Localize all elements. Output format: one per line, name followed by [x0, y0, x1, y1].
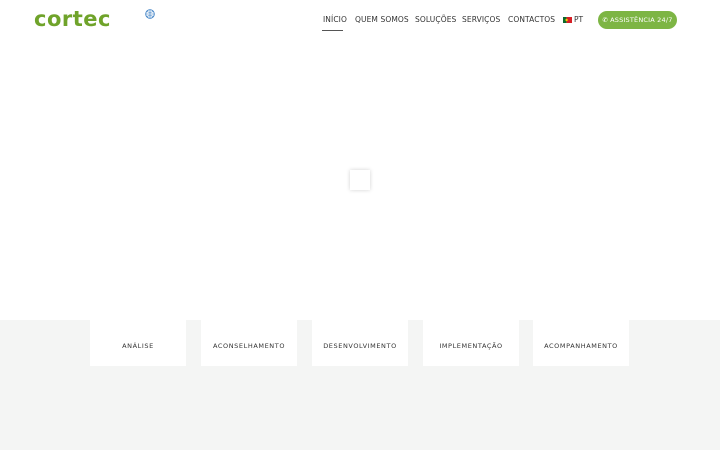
- phone-icon: ✆: [602, 16, 609, 24]
- service-card-acompanhamento[interactable]: ACOMPANHAMENTO: [533, 320, 629, 366]
- assistance-label: ASSISTÊNCIA 24/7: [610, 16, 673, 24]
- nav-item-servicos[interactable]: SERVIÇOS: [462, 13, 500, 27]
- nav-item-inicio[interactable]: INÍCIO: [323, 13, 347, 27]
- logo-wordmark: cortec: [34, 7, 111, 31]
- active-nav-underline: [322, 30, 343, 31]
- service-card-desenvolvimento[interactable]: DESENVOLVIMENTO: [312, 320, 408, 366]
- service-card-label: ACOMPANHAMENTO: [544, 342, 618, 350]
- portugal-flag-icon[interactable]: [563, 17, 572, 23]
- nav-item-solucoes[interactable]: SOLUÇÕES: [415, 13, 456, 27]
- service-card-label: DESENVOLVIMENTO: [323, 342, 397, 350]
- slider-loading-spinner: [350, 170, 370, 190]
- site-header: cortec INÍCIO QUEM SOMOS SOLUÇÕES SERVIÇ…: [0, 0, 720, 40]
- nav-item-contactos[interactable]: CONTACTOS: [508, 13, 555, 27]
- cortec-logo[interactable]: cortec: [34, 7, 158, 32]
- nav-item-quem-somos[interactable]: QUEM SOMOS: [355, 13, 409, 27]
- service-card-aconselhamento[interactable]: ACONSELHAMENTO: [201, 320, 297, 366]
- service-card-label: IMPLEMENTAÇÃO: [439, 342, 503, 350]
- service-card-label: ANÁLISE: [122, 342, 154, 350]
- service-card-analise[interactable]: ANÁLISE: [90, 320, 186, 366]
- service-card-label: ACONSELHAMENTO: [212, 342, 286, 350]
- service-card-implementacao[interactable]: IMPLEMENTAÇÃO: [423, 320, 519, 366]
- page: cortec INÍCIO QUEM SOMOS SOLUÇÕES SERVIÇ…: [0, 0, 720, 450]
- language-selector[interactable]: PT: [574, 13, 583, 27]
- globe-icon: [145, 9, 155, 19]
- assistance-24-7-button[interactable]: ✆ ASSISTÊNCIA 24/7: [598, 11, 677, 29]
